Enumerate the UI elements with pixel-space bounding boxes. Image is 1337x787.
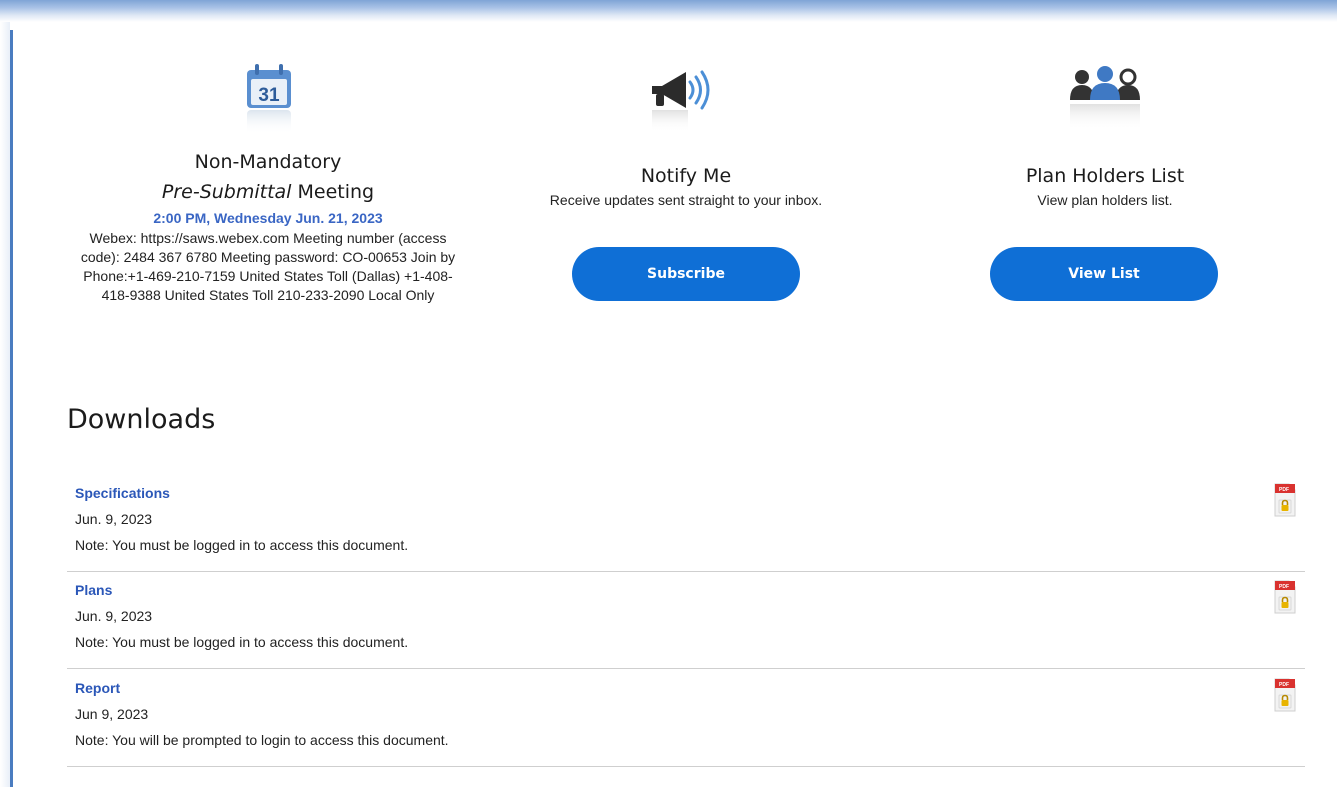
megaphone-icon: [652, 70, 710, 132]
downloads-heading: Downloads: [67, 404, 216, 435]
download-item-plans: Plans Jun. 9, 2023 Note: You must be log…: [67, 571, 1305, 669]
subscribe-button[interactable]: Subscribe: [572, 247, 800, 301]
calendar-icon: 31: [247, 64, 291, 134]
svg-text:PDF: PDF: [1279, 487, 1289, 493]
window-left-shade: [0, 22, 10, 787]
meeting-section: Non-Mandatory Pre-Submittal Meeting 2:00…: [67, 147, 469, 305]
download-date: Jun. 9, 2023: [75, 511, 153, 527]
meeting-title-rest: Meeting: [291, 181, 375, 203]
download-date: Jun 9, 2023: [75, 706, 149, 722]
window-top-edge: [0, 0, 1337, 22]
people-icon: [1070, 66, 1140, 130]
download-item-specifications: Specifications Jun. 9, 2023 Note: You mu…: [67, 474, 1305, 572]
meeting-time: 2:00 PM, Wednesday Jun. 21, 2023: [153, 210, 383, 226]
notify-title: Notify Me: [640, 165, 732, 187]
locked-pdf-icon[interactable]: PDF: [1274, 678, 1296, 712]
notify-section: Notify Me Receive updates sent straight …: [487, 161, 885, 209]
view-list-button[interactable]: View List: [990, 247, 1218, 301]
svg-text:PDF: PDF: [1279, 584, 1289, 590]
download-link-specifications[interactable]: Specifications: [75, 485, 170, 501]
download-note: Note: You will be prompted to login to a…: [75, 732, 449, 748]
meeting-title-line1: Non-Mandatory: [194, 151, 342, 173]
calendar-day-label: 31: [258, 85, 280, 106]
meeting-title-line2: Pre-Submittal Meeting: [67, 177, 469, 207]
plan-holders-title: Plan Holders List: [1025, 165, 1185, 187]
notify-subtitle: Receive updates sent straight to your in…: [549, 192, 823, 208]
meeting-title-italic: Pre-Submittal: [161, 181, 292, 203]
download-link-report[interactable]: Report: [75, 680, 120, 696]
window-left-border: [10, 30, 13, 787]
meeting-details: Webex: https://saws.webex.com Meeting nu…: [80, 230, 456, 303]
svg-text:PDF: PDF: [1279, 682, 1289, 688]
locked-pdf-icon[interactable]: PDF: [1274, 580, 1296, 614]
download-link-plans[interactable]: Plans: [75, 582, 112, 598]
plan-holders-section: Plan Holders List View plan holders list…: [905, 161, 1305, 209]
download-note: Note: You must be logged in to access th…: [75, 634, 409, 650]
locked-pdf-icon[interactable]: PDF: [1274, 483, 1296, 517]
download-item-report: Report Jun 9, 2023 Note: You will be pro…: [67, 669, 1305, 767]
download-note: Note: You must be logged in to access th…: [75, 537, 409, 553]
plan-holders-subtitle: View plan holders list.: [1037, 192, 1173, 208]
download-date: Jun. 9, 2023: [75, 608, 153, 624]
